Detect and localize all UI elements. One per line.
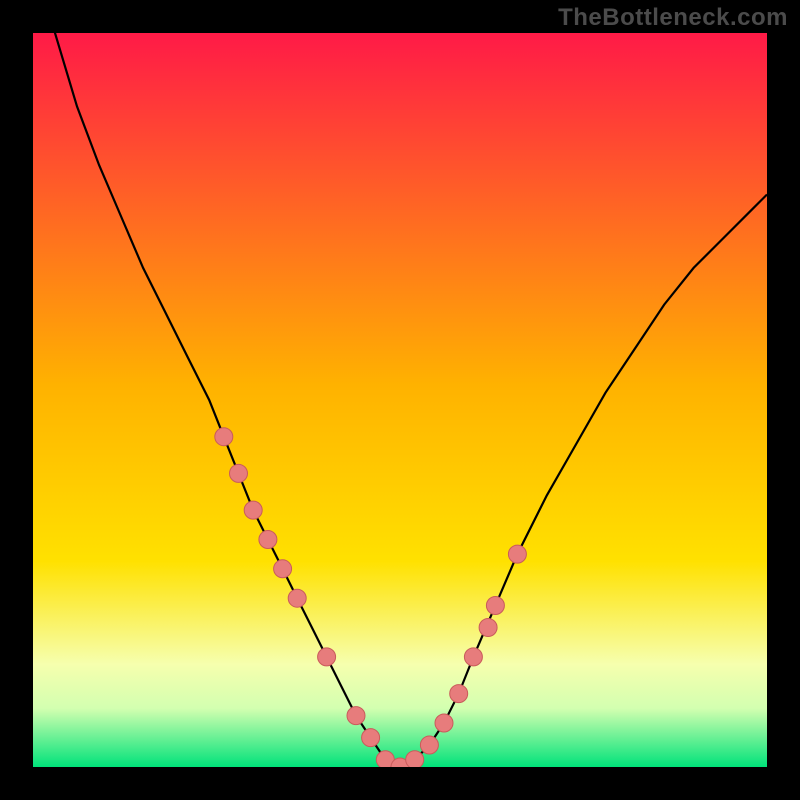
bottleneck-chart bbox=[33, 33, 767, 767]
data-marker bbox=[215, 428, 233, 446]
data-marker bbox=[479, 619, 497, 637]
data-marker bbox=[508, 545, 526, 563]
data-marker bbox=[274, 560, 292, 578]
plot-area bbox=[33, 33, 767, 767]
data-marker bbox=[318, 648, 336, 666]
gradient-background bbox=[33, 33, 767, 767]
data-marker bbox=[464, 648, 482, 666]
data-marker bbox=[244, 501, 262, 519]
data-marker bbox=[450, 685, 468, 703]
data-marker bbox=[259, 531, 277, 549]
data-marker bbox=[347, 707, 365, 725]
data-marker bbox=[486, 597, 504, 615]
data-marker bbox=[230, 464, 248, 482]
data-marker bbox=[288, 589, 306, 607]
chart-container: TheBottleneck.com bbox=[0, 0, 800, 800]
data-marker bbox=[420, 736, 438, 754]
data-marker bbox=[362, 729, 380, 747]
data-marker bbox=[406, 751, 424, 767]
data-marker bbox=[435, 714, 453, 732]
watermark-text: TheBottleneck.com bbox=[558, 4, 788, 32]
